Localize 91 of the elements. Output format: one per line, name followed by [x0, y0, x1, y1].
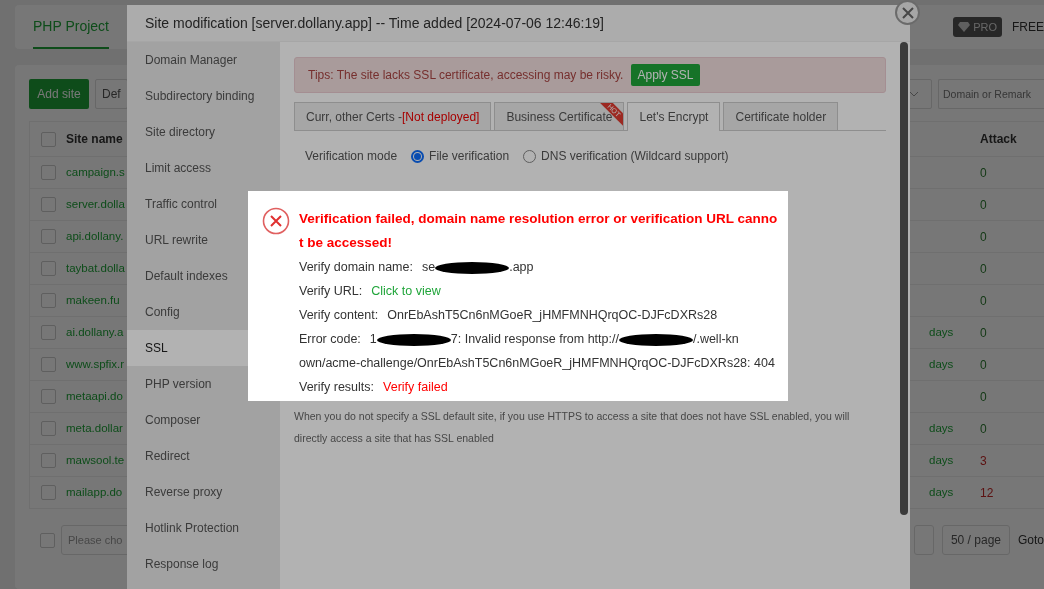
note-text: directly access a site that has SSL enabled: [294, 431, 495, 446]
checkbox[interactable]: [41, 389, 56, 405]
field-label: Verify results:: [299, 380, 375, 394]
field-value: 1: [369, 332, 377, 346]
note-text: When you do not specify a SSL default site, if you use HTTPS to access a site that does not have SSL enabled, you will: [294, 409, 851, 424]
sidebar-item[interactable]: Subdirectory binding: [127, 78, 280, 114]
sidebar-item[interactable]: Domain Manager: [127, 42, 280, 78]
table-cell-text: 0: [980, 292, 987, 310]
pro-badge[interactable]: PRO: [953, 16, 1002, 38]
page-size-select[interactable]: 50 / page: [941, 525, 1010, 556]
sidebar-item[interactable]: Redirect: [127, 438, 280, 474]
table-cell-text: 0: [980, 260, 987, 278]
table-cell-text: 0: [980, 420, 987, 438]
tab[interactable]: Let's Encrypt: [627, 102, 721, 131]
table-cell-text: days: [929, 357, 954, 373]
site-link[interactable]: server.dolla: [66, 196, 125, 214]
site-link[interactable]: makeen.fu: [66, 292, 120, 310]
sidebar-item[interactable]: Reverse proxy: [127, 474, 280, 510]
add-site-button[interactable]: Add site: [29, 79, 89, 110]
table-cell-text: 3: [980, 452, 987, 470]
table-cell-text: 0: [980, 196, 987, 214]
alert-text: Tips: The site lacks SSL certificate, accessing may be risky.: [308, 67, 624, 84]
sidebar-item[interactable]: Hotlink Protection: [127, 510, 280, 546]
site-link[interactable]: api.dollany.: [66, 228, 124, 246]
column-header: Site name: [66, 131, 123, 149]
apply-ssl-button[interactable]: Apply SSL: [631, 64, 700, 86]
checkbox[interactable]: [41, 131, 56, 147]
checkbox[interactable]: [41, 197, 56, 213]
sidebar-item[interactable]: Limit access: [127, 150, 280, 186]
field-value: /.well-kn: [692, 332, 739, 346]
field-label: Verification mode: [305, 148, 398, 165]
table-cell-text: days: [929, 485, 954, 501]
site-link[interactable]: campaign.s: [66, 164, 125, 182]
radio-option[interactable]: DNS verification (Wildcard support): [523, 147, 729, 165]
table-cell-text: 0: [980, 388, 987, 406]
table-cell-text: days: [929, 421, 954, 437]
sidebar-item[interactable]: Site directory: [127, 114, 280, 150]
field-label: Verify URL:: [299, 284, 363, 298]
field-value: OnrEbAshT5Cn6nMGoeR_jHMFMNHQrqOC-DJFcDXRs28: [387, 308, 718, 322]
site-link[interactable]: mailapp.do: [66, 484, 123, 502]
site-link[interactable]: taybat.dolla: [66, 260, 125, 278]
table-cell-text: 0: [980, 356, 987, 374]
error-icon: [262, 207, 290, 235]
column-header: Attack: [980, 131, 1017, 149]
field-value: .app: [509, 260, 534, 274]
project-tab[interactable]: PHP Project: [33, 5, 109, 50]
table-cell-text: days: [929, 325, 954, 341]
table-cell-text: 0: [980, 324, 987, 342]
checkbox[interactable]: [41, 261, 56, 277]
field-label: Verify content:: [299, 308, 379, 322]
table-cell-text: 0: [980, 228, 987, 246]
site-link[interactable]: meta.dollar: [66, 420, 123, 438]
tab[interactable]: Curr, other Certs -[Not deployed]: [294, 102, 492, 130]
checkbox[interactable]: [41, 421, 56, 437]
goto-label: Goto: [1018, 532, 1044, 550]
table-cell-text: 12: [980, 484, 994, 502]
sidebar-item[interactable]: Composer: [127, 402, 280, 438]
radio-button[interactable]: [523, 149, 537, 163]
diamond-icon: [958, 22, 971, 33]
checkbox[interactable]: [41, 357, 56, 373]
site-link[interactable]: ai.dollany.a: [66, 324, 124, 342]
site-link[interactable]: mawsool.te: [66, 452, 125, 470]
checkbox[interactable]: [41, 293, 56, 309]
site-link[interactable]: www.spfix.r: [66, 356, 125, 374]
checkbox[interactable]: [41, 485, 56, 501]
table-cell-text: days: [929, 453, 954, 469]
radio-option[interactable]: File verification: [411, 147, 510, 165]
tab[interactable]: Certificate holder: [723, 102, 839, 130]
radio-button[interactable]: [411, 149, 425, 163]
checkbox[interactable]: [41, 229, 56, 245]
checkbox[interactable]: [40, 532, 55, 548]
field-label: Verify domain name:: [299, 260, 413, 274]
field-value: se: [421, 260, 436, 274]
close-icon: [901, 6, 914, 19]
checkbox[interactable]: [41, 453, 56, 469]
view-link[interactable]: Click to view: [371, 284, 441, 298]
scrollbar[interactable]: [900, 42, 908, 515]
site-link[interactable]: metaapi.do: [66, 388, 123, 406]
search-field[interactable]: Domain or Remark: [938, 79, 1044, 110]
modal-title: Site modification [server.dollany.app] -- Time added [2024-07-06 12:46:19]: [127, 5, 910, 42]
checkbox[interactable]: [41, 325, 56, 341]
error-title: Verification failed, domain name resolution error or verification URL cannot be accessed!: [299, 210, 778, 252]
free-label[interactable]: FREE: [1012, 18, 1044, 37]
table-cell-text: 0: [980, 164, 987, 182]
checkbox[interactable]: [41, 165, 56, 181]
sidebar-item[interactable]: Response log: [127, 546, 280, 582]
result-text: Verify failed: [383, 380, 448, 394]
default-button[interactable]: Def: [95, 79, 128, 110]
field-value: own/acme-challenge/OnrEbAshT5Cn6nMGoeR_jHMFMNHQrqOC-DJFcDXRs28: 404: [299, 355, 776, 372]
field-value: 7: Invalid response from http://: [450, 332, 619, 346]
field-label: Error code:: [299, 332, 361, 346]
